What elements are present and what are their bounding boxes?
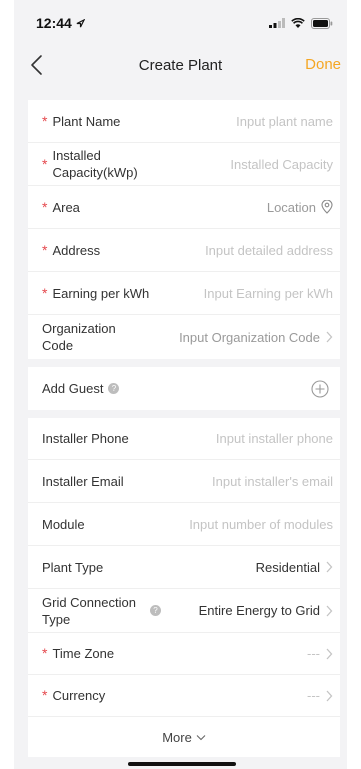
organization-code-row[interactable]: Organization Code Input Organization Cod… — [28, 315, 340, 359]
signal-icon — [269, 18, 285, 28]
installed-capacity-label: * Installed Capacity(kWp) — [42, 148, 138, 180]
add-circle-icon[interactable] — [311, 379, 329, 398]
address-label: * Address — [42, 241, 101, 258]
installer-email-label: Installer Email — [42, 473, 124, 489]
address-input[interactable]: Input detailed address — [205, 243, 333, 258]
location-placeholder: Location — [266, 199, 316, 215]
time-zone-value: --- — [307, 646, 320, 661]
currency-value: --- — [307, 688, 320, 703]
chevron-right-icon — [326, 331, 333, 343]
add-guest-row[interactable]: Add Guest ? — [28, 367, 340, 410]
chevron-right-icon — [326, 648, 333, 659]
earning-label: * Earning per kWh — [42, 284, 150, 301]
wifi-icon — [291, 17, 305, 28]
module-label: Module — [42, 516, 85, 532]
phone-screen: 12:44 Create Plant Done * Plant Name Inp… — [14, 0, 347, 769]
installer-phone-row[interactable]: Installer Phone Input installer phone — [28, 418, 340, 460]
grid-connection-label: Grid Connection Type ? — [42, 594, 161, 628]
installed-capacity-row[interactable]: * Installed Capacity(kWp) Installed Capac… — [28, 143, 340, 186]
time-zone-row[interactable]: * Time Zone --- — [28, 633, 340, 675]
page-title: Create Plant — [138, 56, 223, 74]
more-toggle[interactable]: More — [28, 717, 340, 757]
more-label: More — [162, 729, 192, 745]
plant-name-label: * Plant Name — [42, 112, 121, 129]
organization-code-label: Organization Code — [42, 321, 116, 353]
plant-type-row[interactable]: Plant Type Residential — [28, 546, 340, 589]
currency-picker[interactable]: --- — [307, 688, 333, 703]
area-label: * Area — [42, 198, 80, 215]
status-bar: 12:44 — [14, 0, 347, 46]
area-location-picker[interactable]: Location — [267, 200, 333, 215]
plant-type-label: Plant Type — [42, 559, 104, 575]
required-asterisk: * — [42, 155, 48, 172]
grid-connection-value: Entire Energy to Grid — [198, 603, 320, 618]
plant-name-row[interactable]: * Plant Name Input plant name — [28, 100, 340, 143]
plant-type-picker[interactable]: Residential — [256, 560, 333, 575]
installer-phone-label: Installer Phone — [42, 431, 129, 446]
installer-phone-input[interactable]: Input installer phone — [216, 431, 333, 446]
plant-name-input[interactable]: Input plant name — [236, 114, 333, 129]
chevron-right-icon — [326, 690, 333, 701]
home-indicator — [128, 762, 236, 766]
address-row[interactable]: * Address Input detailed address — [28, 229, 340, 272]
plant-info-section: * Plant Name Input plant name * Installed … — [28, 100, 340, 359]
organization-code-picker[interactable]: Input Organization Code — [179, 330, 333, 345]
add-guest-label: Add Guest ? — [42, 380, 120, 397]
earning-row[interactable]: * Earning per kWh Input Earning per kWh — [28, 272, 340, 315]
status-time: 12:44 — [36, 15, 72, 31]
required-asterisk: * — [42, 284, 48, 301]
battery-icon — [311, 17, 333, 29]
required-asterisk: * — [42, 241, 48, 258]
organization-code-placeholder: Input Organization Code — [179, 329, 320, 345]
installer-section: Installer Phone Input installer phone In… — [28, 418, 340, 757]
back-chevron-icon[interactable] — [26, 52, 52, 78]
required-asterisk: * — [42, 198, 48, 215]
installer-email-row[interactable]: Installer Email Input installer's email — [28, 460, 340, 503]
location-pin-icon — [321, 200, 333, 214]
installer-email-input[interactable]: Input installer's email — [212, 474, 333, 489]
required-asterisk: * — [42, 687, 48, 703]
currency-row[interactable]: * Currency --- — [28, 675, 340, 717]
plant-type-value: Residential — [255, 559, 320, 575]
time-zone-label: * Time Zone — [42, 645, 115, 661]
done-button[interactable]: Done — [305, 56, 341, 73]
time-zone-picker[interactable]: --- — [307, 646, 333, 661]
help-icon[interactable]: ? — [108, 383, 120, 394]
required-asterisk: * — [42, 112, 48, 129]
grid-connection-picker[interactable]: Entire Energy to Grid — [199, 603, 333, 618]
module-input[interactable]: Input number of modules — [189, 517, 333, 532]
grid-connection-row[interactable]: Grid Connection Type ? Entire Energy to … — [28, 589, 340, 633]
chevron-right-icon — [326, 561, 333, 573]
module-row[interactable]: Module Input number of modules — [28, 503, 340, 546]
earning-input[interactable]: Input Earning per kWh — [204, 286, 333, 301]
chevron-right-icon — [326, 605, 333, 616]
navigation-bar: Create Plant Done — [14, 46, 347, 84]
required-asterisk: * — [42, 645, 48, 661]
location-arrow-icon — [76, 18, 85, 27]
guest-section: Add Guest ? — [28, 367, 340, 410]
area-row[interactable]: * Area Location — [28, 186, 340, 229]
installed-capacity-input[interactable]: Installed Capacity — [230, 157, 333, 172]
chevron-down-icon — [196, 734, 206, 740]
help-icon[interactable]: ? — [150, 605, 161, 616]
currency-label: * Currency — [42, 687, 106, 703]
